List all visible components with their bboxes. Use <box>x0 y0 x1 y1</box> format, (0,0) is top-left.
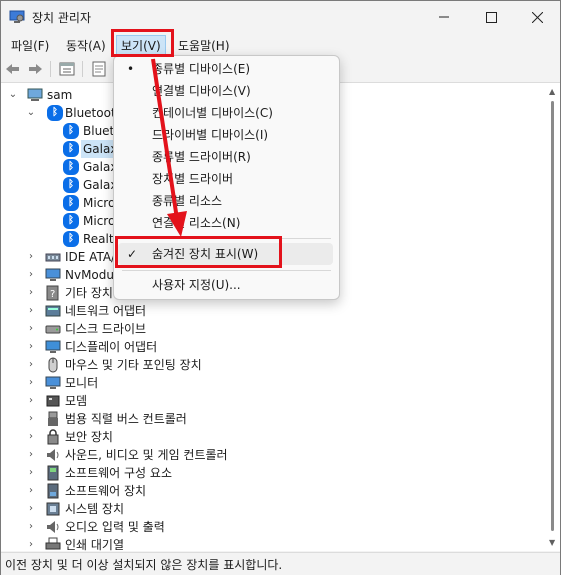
annotation-arrow-icon <box>151 58 187 237</box>
device-manager-window: 장치 관리자 파일(F) 동작(A) 보기(V) 도움말(H) ⌄ sam ⌄ … <box>0 0 561 575</box>
